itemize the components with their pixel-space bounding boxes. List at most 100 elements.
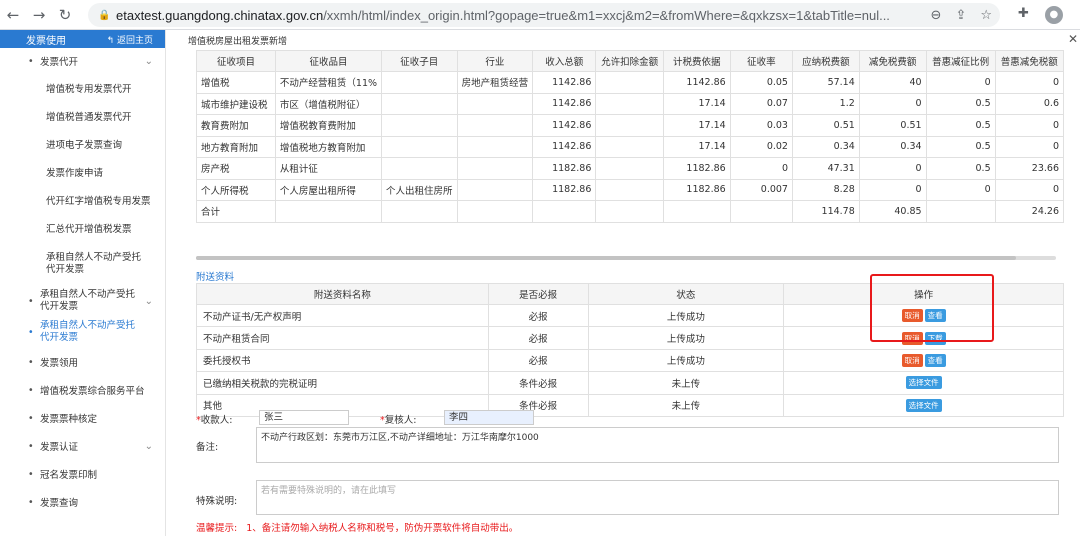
sidebar-item[interactable]: 增值税发票综合服务平台 xyxy=(0,376,165,404)
tax-cell xyxy=(595,71,664,94)
close-icon[interactable]: ✕ xyxy=(1068,32,1078,46)
tax-cell: 地方教育附加 xyxy=(196,135,276,158)
tax-cell: 0.05 xyxy=(729,71,793,94)
tax-cell xyxy=(456,157,534,180)
back-home-link[interactable]: ↰ 返回主页 xyxy=(107,33,153,46)
reviewer-input[interactable]: 李四 xyxy=(444,410,534,425)
sidebar-item-label: 发票票种核定 xyxy=(40,414,98,425)
tax-table: 征收项目 征收品目 征收子目 行业 收入总额 允许扣除金额 计税费依据 征收率 应纳税费额 减免税… xyxy=(196,50,1065,223)
chevron-down-icon[interactable]: ⌄ xyxy=(145,56,153,67)
sidebar-item[interactable]: 发票领用 xyxy=(0,348,165,376)
attachment-col-header: 是否必报 xyxy=(487,283,589,305)
sidebar-item[interactable]: 进项电子发票查询 xyxy=(0,130,165,158)
tax-row: 城市维护建设税 市区（增值税附征） 1142.86 17.14 0.07 1.2 0 0.5 0… xyxy=(196,92,1065,115)
sidebar-item-label: 汇总代开增值税发票 xyxy=(46,224,132,235)
attachment-required: 必报 xyxy=(487,326,589,350)
tax-cell: 0.51 xyxy=(791,114,860,137)
tax-cell: 1182.86 xyxy=(662,178,731,201)
sidebar-item[interactable]: 代开红字增值税专用发票 xyxy=(0,186,165,214)
tax-cell: 0.07 xyxy=(729,92,793,115)
sidebar-header: 发票使用 ↰ 返回主页 xyxy=(0,30,165,48)
tax-col-header: 征收率 xyxy=(729,50,793,72)
tax-cell: 0 xyxy=(858,157,927,180)
share-icon[interactable]: ⇪ xyxy=(955,8,966,23)
remark-textarea[interactable]: 不动产行政区划：东莞市万江区,不动产详细地址：万江华南摩尔1000 xyxy=(256,427,1059,463)
tax-cell xyxy=(925,200,996,223)
sidebar-item[interactable]: 发票认证 ⌄ xyxy=(0,432,165,460)
table-horizontal-scrollbar[interactable] xyxy=(196,256,1056,260)
tax-cell xyxy=(456,114,534,137)
tax-row: 个人所得税 个人房屋出租所得 个人出租住房所 1182.86 1182.86 0.007 8… xyxy=(196,178,1065,201)
tax-cell: 1.2 xyxy=(791,92,860,115)
sidebar-item[interactable]: 冠名发票印制 xyxy=(0,460,165,488)
cancel-button[interactable]: 取消 xyxy=(901,353,923,367)
tax-cell xyxy=(662,200,731,223)
special-textarea[interactable]: 若有需要特殊说明的，请在此填写 xyxy=(256,480,1059,515)
sidebar-item[interactable]: 承租自然人不动产受托代开发票 xyxy=(0,242,165,286)
attachment-col-header: 附送资料名称 xyxy=(196,283,489,305)
reload-icon[interactable]: ↻ xyxy=(52,6,78,24)
extensions-icon[interactable]: ✚ xyxy=(1018,6,1029,24)
tax-cell xyxy=(456,135,534,158)
sidebar-item[interactable]: 承租自然人不动产受托代开发票 xyxy=(0,316,165,348)
sidebar-item[interactable]: 发票代开 ⌄ xyxy=(0,48,165,74)
tax-cell: 0.03 xyxy=(729,114,793,137)
attachment-name: 委托授权书 xyxy=(196,348,489,373)
tax-cell xyxy=(381,71,458,94)
tax-cell: 增值税教育费附加 xyxy=(274,114,383,137)
tax-cell: 1142.86 xyxy=(532,71,597,94)
tax-cell: 不动产经营租赁（11% xyxy=(274,71,383,94)
back-arrow-icon[interactable]: ← xyxy=(0,6,26,24)
view-button[interactable]: 查看 xyxy=(924,353,946,367)
tax-col-header: 允许扣除金额 xyxy=(595,50,664,72)
sidebar-item[interactable]: 增值税专用发票代开 xyxy=(0,74,165,102)
address-bar[interactable]: 🔒 etaxtest.guangdong.chinatax.gov.cn/xxm… xyxy=(88,3,1000,27)
tax-cell: 0.51 xyxy=(858,114,927,137)
warning-label: 温馨提示: xyxy=(196,523,238,534)
tax-cell xyxy=(595,157,664,180)
url-text[interactable]: etaxtest.guangdong.chinatax.gov.cn/xxmh/… xyxy=(116,8,936,23)
highlight-box xyxy=(870,274,994,342)
choose-file-button[interactable]: 选择文件 xyxy=(905,376,942,390)
tax-cell xyxy=(532,200,597,223)
tax-cell: 1182.86 xyxy=(532,178,597,201)
tax-col-header: 收入总额 xyxy=(532,50,597,72)
scrollbar-thumb[interactable] xyxy=(196,256,1016,260)
tax-cell: 47.31 xyxy=(791,157,860,180)
sidebar-item[interactable]: 增值税普通发票代开 xyxy=(0,102,165,130)
chevron-down-icon[interactable]: ⌄ xyxy=(145,296,153,307)
sidebar-item[interactable]: 发票票种核定 xyxy=(0,404,165,432)
tax-cell xyxy=(381,200,458,223)
forward-arrow-icon[interactable]: → xyxy=(26,6,52,24)
sidebar-title: 发票使用 xyxy=(26,35,66,47)
choose-file-button[interactable]: 选择文件 xyxy=(905,398,942,412)
sidebar-item-label: 发票领用 xyxy=(40,358,79,369)
bookmark-star-icon[interactable]: ☆ xyxy=(980,8,992,23)
tax-cell: 1142.86 xyxy=(532,92,597,115)
tax-cell: 0.02 xyxy=(729,135,793,158)
sidebar-item[interactable]: 汇总代开增值税发票 xyxy=(0,214,165,242)
tax-cell: 城市维护建设税 xyxy=(196,92,276,115)
sidebar-item[interactable]: 发票查询 xyxy=(0,488,165,516)
chevron-down-icon[interactable]: ⌄ xyxy=(145,441,153,452)
tax-cell xyxy=(381,135,458,158)
zoom-icon[interactable]: ⊖ xyxy=(931,8,942,23)
attachment-status: 未上传 xyxy=(587,393,785,417)
lock-icon[interactable]: 🔒 xyxy=(98,10,112,21)
tax-cell: 房地产租赁经营 xyxy=(456,71,534,94)
sidebar-item[interactable]: 发票作废申请 xyxy=(0,158,165,186)
sidebar-item[interactable]: 承租自然人不动产受托代开发票 ⌄ xyxy=(0,286,165,316)
tax-col-header: 普惠减免税额 xyxy=(994,50,1065,72)
attachment-name: 已缴纳相关税款的完税证明 xyxy=(196,371,489,395)
tax-cell: 0.34 xyxy=(791,135,860,158)
tax-cell: 0 xyxy=(925,71,996,94)
tax-cell: 增值税地方教育附加 xyxy=(274,135,383,158)
remark-label: 备注: xyxy=(196,442,219,453)
tax-cell: 0.6 xyxy=(994,92,1065,115)
tax-cell xyxy=(595,135,664,158)
profile-avatar-icon[interactable]: ● xyxy=(1044,6,1063,24)
sidebar-item-label: 发票查询 xyxy=(40,498,79,509)
warning-text: 1、备注请勿输入纳税人名称和税号，防伪开票软件将自动带出。 xyxy=(246,523,519,534)
payee-input[interactable]: 张三 xyxy=(259,410,349,425)
tax-cell: 40 xyxy=(858,71,927,94)
